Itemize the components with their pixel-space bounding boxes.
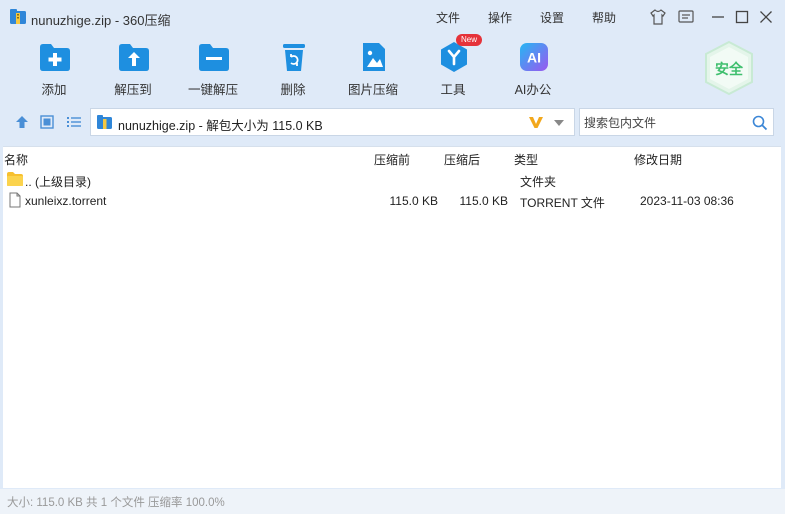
tools-button[interactable]: 工具 bbox=[423, 38, 483, 98]
zip-app-icon bbox=[10, 9, 26, 24]
one-click-extract-label: 一键解压 bbox=[187, 83, 238, 97]
extract-to-label: 解压到 bbox=[114, 83, 152, 97]
image-compress-label: 图片压缩 bbox=[347, 83, 398, 97]
ai-office-icon: AI bbox=[520, 43, 548, 71]
ai-office-label: AI办公 bbox=[514, 83, 552, 97]
row-name: .. (上级目录) bbox=[25, 175, 91, 189]
svg-text:AI: AI bbox=[527, 50, 541, 66]
trash-icon bbox=[283, 44, 305, 71]
status-bar: 大小: 115.0 KB 共 1 个文件 压缩率 100.0% bbox=[0, 489, 785, 514]
menu-settings[interactable]: 设置 bbox=[540, 9, 564, 26]
one-click-extract-button[interactable]: 一键解压 bbox=[183, 38, 243, 98]
new-badge: New bbox=[456, 34, 482, 46]
delete-button[interactable]: 删除 bbox=[263, 38, 323, 98]
tools-label: 工具 bbox=[440, 83, 466, 97]
one-click-extract-icon bbox=[199, 44, 229, 71]
maximize-icon[interactable] bbox=[733, 8, 751, 26]
delete-label: 删除 bbox=[280, 83, 306, 97]
address-path: nunuzhige.zip - 解包大小为 115.0 KB bbox=[118, 119, 323, 133]
thumbnail-view-icon[interactable] bbox=[39, 114, 55, 130]
add-label: 添加 bbox=[41, 83, 67, 97]
row-size-before: 115.0 KB bbox=[389, 194, 438, 208]
image-compress-button[interactable]: 图片压缩 bbox=[343, 38, 403, 98]
safe-label: 安全 bbox=[715, 61, 743, 77]
vip-v-icon[interactable] bbox=[528, 114, 544, 130]
column-header-modified[interactable]: 修改日期 bbox=[634, 151, 682, 168]
close-icon[interactable] bbox=[757, 8, 775, 26]
row-name: xunleixz.torrent bbox=[25, 194, 107, 208]
window-title: nunuzhige.zip - 360压缩 bbox=[31, 13, 171, 28]
address-bar[interactable]: nunuzhige.zip - 解包大小为 115.0 KB bbox=[90, 108, 575, 136]
column-header-before[interactable]: 压缩前 bbox=[374, 151, 410, 168]
safe-badge[interactable]: 安全 bbox=[702, 40, 756, 96]
feedback-icon[interactable] bbox=[677, 8, 695, 26]
minimize-icon[interactable] bbox=[709, 8, 727, 26]
menu-file[interactable]: 文件 bbox=[436, 9, 460, 26]
up-arrow-icon[interactable] bbox=[14, 114, 30, 130]
search-box[interactable] bbox=[579, 108, 774, 136]
extract-to-icon bbox=[119, 44, 149, 71]
ai-office-button[interactable]: AI AI办公 bbox=[503, 38, 563, 98]
add-folder-icon bbox=[40, 44, 70, 71]
chevron-down-icon[interactable] bbox=[553, 119, 565, 127]
row-type: TORRENT 文件 bbox=[520, 196, 605, 210]
skin-shirt-icon[interactable] bbox=[649, 8, 667, 26]
title-bar: nunuzhige.zip - 360压缩 文件 操作 设置 帮助 bbox=[0, 0, 785, 34]
row-modified: 2023-11-03 08:36 bbox=[640, 194, 734, 208]
table-row-parent[interactable]: .. (上级目录) 文件夹 bbox=[3, 170, 781, 190]
folder-icon bbox=[7, 172, 23, 186]
extract-to-button[interactable]: 解压到 bbox=[103, 38, 163, 98]
column-header-name[interactable]: 名称 bbox=[4, 151, 28, 168]
menu-help[interactable]: 帮助 bbox=[592, 9, 616, 26]
search-input[interactable] bbox=[584, 114, 744, 131]
row-size-after: 115.0 KB bbox=[459, 194, 508, 208]
list-view-icon[interactable] bbox=[66, 114, 82, 130]
menu-operate[interactable]: 操作 bbox=[488, 9, 512, 26]
column-header-after[interactable]: 压缩后 bbox=[444, 151, 480, 168]
app-window: nunuzhige.zip - 360压缩 文件 操作 设置 帮助 添加 解压到… bbox=[0, 0, 785, 514]
zip-file-icon bbox=[97, 115, 112, 129]
table-row-file[interactable]: xunleixz.torrent 115.0 KB 115.0 KB TORRE… bbox=[3, 191, 781, 211]
file-icon bbox=[9, 192, 21, 208]
row-type: 文件夹 bbox=[520, 175, 557, 189]
image-compress-icon bbox=[363, 43, 385, 71]
file-list[interactable]: 名称 压缩前 压缩后 类型 修改日期 .. (上级目录) 文件夹 xunleix… bbox=[3, 146, 781, 488]
search-icon[interactable] bbox=[752, 115, 768, 131]
status-text: 大小: 115.0 KB 共 1 个文件 压缩率 100.0% bbox=[7, 497, 225, 509]
add-button[interactable]: 添加 bbox=[24, 38, 84, 98]
column-header-type[interactable]: 类型 bbox=[514, 151, 538, 168]
